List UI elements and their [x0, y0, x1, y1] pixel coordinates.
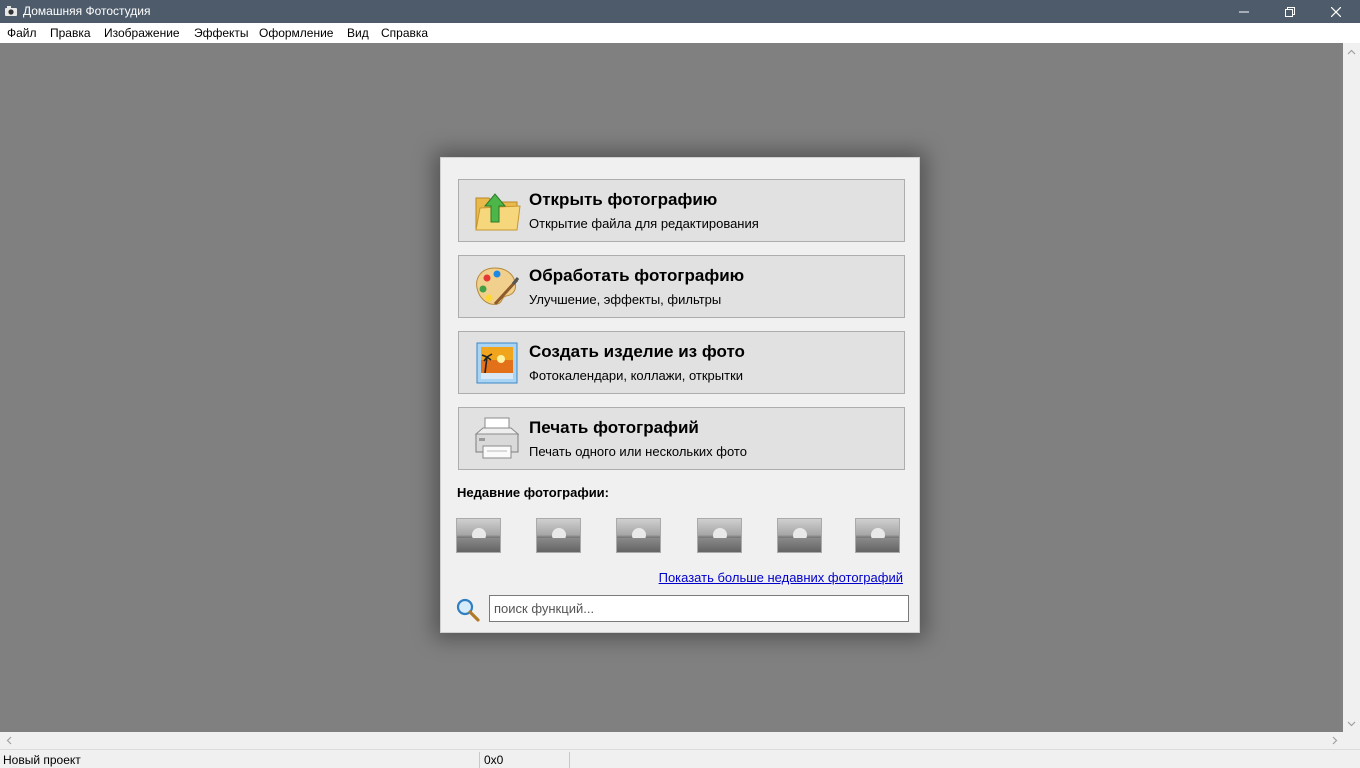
restore-icon	[1285, 6, 1295, 17]
vertical-scrollbar[interactable]	[1343, 43, 1360, 732]
thumbnail-sea	[698, 538, 741, 552]
close-icon	[1331, 6, 1341, 17]
action-subtitle: Печать одного или нескольких фото	[529, 444, 747, 459]
thumbnail-sea	[537, 538, 580, 552]
edit-photo-button[interactable]: Обработать фотографию Улучшение, эффекты…	[458, 255, 905, 318]
window-title: Домашняя Фотостудия	[23, 4, 151, 18]
thumbnail-sea	[856, 538, 899, 552]
open-photo-button[interactable]: Открыть фотографию Открытие файла для ре…	[458, 179, 905, 242]
recent-photo-thumbnail[interactable]	[616, 518, 661, 553]
menu-file[interactable]: Файл	[7, 26, 37, 40]
menu-effects[interactable]: Эффекты	[194, 26, 249, 40]
horizontal-scrollbar[interactable]	[0, 732, 1343, 749]
status-divider	[569, 752, 570, 768]
photo-frame-icon	[473, 340, 521, 386]
recent-photo-thumbnail[interactable]	[855, 518, 900, 553]
status-bar: Новый проект 0x0	[0, 749, 1360, 768]
thumbnail-sea	[778, 538, 821, 552]
menu-help[interactable]: Справка	[381, 26, 428, 40]
maximize-button[interactable]	[1267, 0, 1313, 23]
palette-icon	[473, 264, 521, 310]
status-image-size: 0x0	[484, 753, 504, 767]
action-title: Открыть фотографию	[529, 190, 718, 209]
action-title: Обработать фотографию	[529, 266, 745, 285]
recent-photos-label: Недавние фотографии:	[457, 485, 610, 500]
recent-photo-thumbnail[interactable]	[536, 518, 581, 553]
minimize-button[interactable]	[1221, 0, 1267, 23]
scroll-right-icon[interactable]	[1326, 732, 1343, 749]
recent-photo-thumbnail[interactable]	[456, 518, 501, 553]
start-dialog: Открыть фотографию Открытие файла для ре…	[440, 157, 920, 633]
thumbnail-sea	[457, 538, 500, 552]
menu-image[interactable]: Изображение	[104, 26, 180, 40]
action-subtitle: Улучшение, эффекты, фильтры	[529, 292, 722, 307]
title-bar: Домашняя Фотостудия	[0, 0, 1360, 23]
camera-icon	[4, 4, 18, 18]
menu-view[interactable]: Вид	[347, 26, 369, 40]
menu-bar: Файл Правка Изображение Эффекты Оформлен…	[0, 23, 1360, 43]
action-title: Печать фотографий	[529, 418, 699, 437]
action-subtitle: Фотокалендари, коллажи, открытки	[529, 368, 744, 383]
status-divider	[479, 752, 480, 768]
scroll-down-icon[interactable]	[1343, 715, 1360, 732]
search-icon	[455, 597, 481, 623]
show-more-recent-link[interactable]: Показать больше недавних фотографий	[659, 570, 903, 586]
minimize-icon	[1239, 7, 1249, 17]
scroll-up-icon[interactable]	[1343, 43, 1360, 60]
action-title: Создать изделие из фото	[529, 342, 745, 361]
create-product-button[interactable]: Создать изделие из фото Фотокалендари, к…	[458, 331, 905, 394]
recent-photo-thumbnail[interactable]	[697, 518, 742, 553]
scroll-left-icon[interactable]	[0, 732, 17, 749]
printer-icon	[473, 416, 521, 462]
recent-photo-thumbnail[interactable]	[777, 518, 822, 553]
close-button[interactable]	[1313, 0, 1359, 23]
print-photos-button[interactable]: Печать фотографий Печать одного или неск…	[458, 407, 905, 470]
status-project: Новый проект	[3, 753, 81, 767]
action-subtitle: Открытие файла для редактирования	[529, 216, 759, 231]
scrollbar-corner	[1343, 732, 1360, 749]
thumbnail-sea	[617, 538, 660, 552]
menu-design[interactable]: Оформление	[259, 26, 333, 40]
open-folder-icon	[473, 188, 521, 234]
function-search-input[interactable]	[489, 595, 909, 622]
menu-edit[interactable]: Правка	[50, 26, 91, 40]
